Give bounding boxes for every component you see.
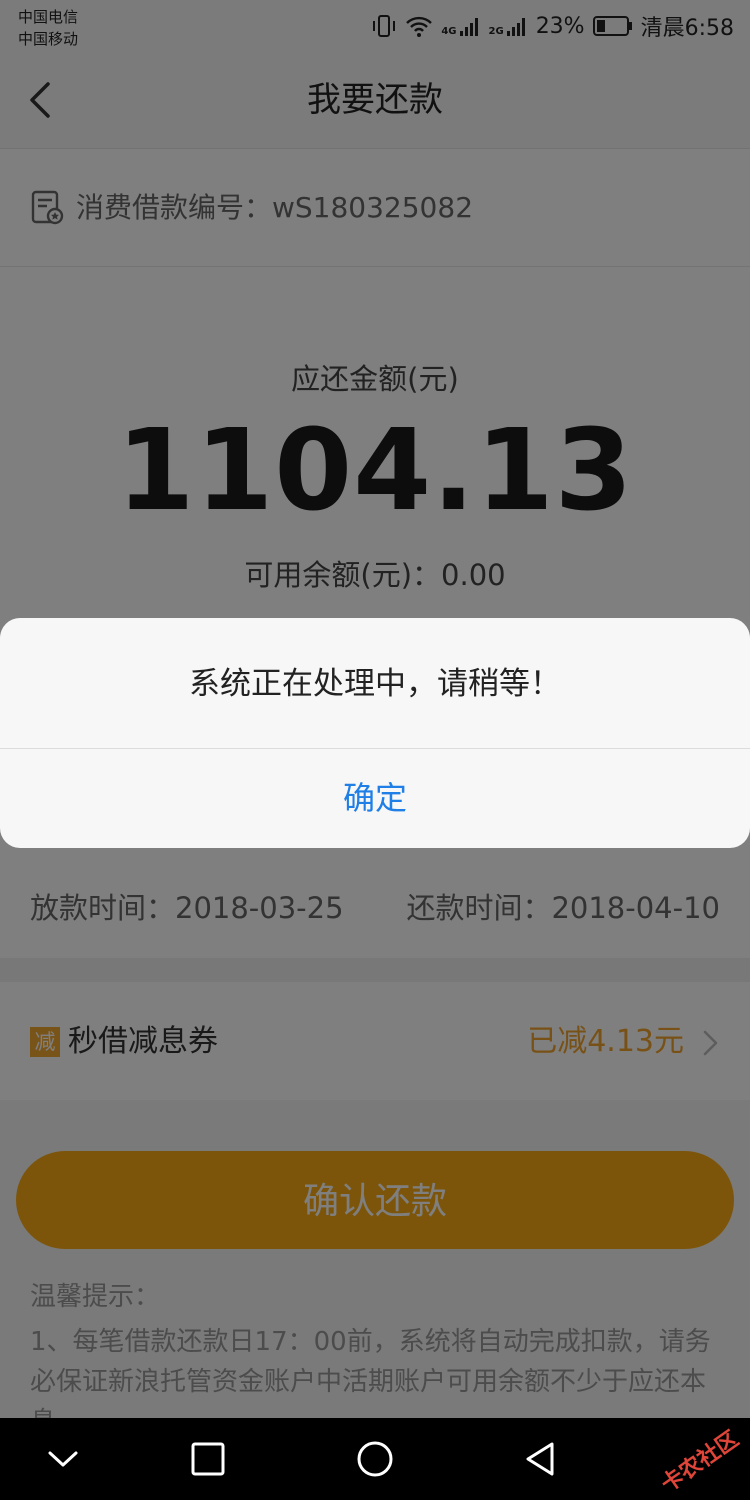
recents-button[interactable]: [187, 1438, 229, 1480]
processing-dialog: 系统正在处理中，请稍等！ 确定: [0, 618, 750, 848]
hide-nav-button[interactable]: [42, 1438, 84, 1480]
square-icon: [191, 1442, 225, 1476]
triangle-back-icon: [526, 1442, 554, 1476]
dialog-ok-button[interactable]: 确定: [0, 749, 750, 848]
back-nav-button[interactable]: [520, 1438, 562, 1480]
home-button[interactable]: [354, 1438, 396, 1480]
circle-icon: [357, 1441, 393, 1477]
dialog-message: 系统正在处理中，请稍等！: [189, 666, 561, 702]
system-nav-bar: [0, 1418, 750, 1500]
chevron-down-icon: [48, 1451, 78, 1467]
